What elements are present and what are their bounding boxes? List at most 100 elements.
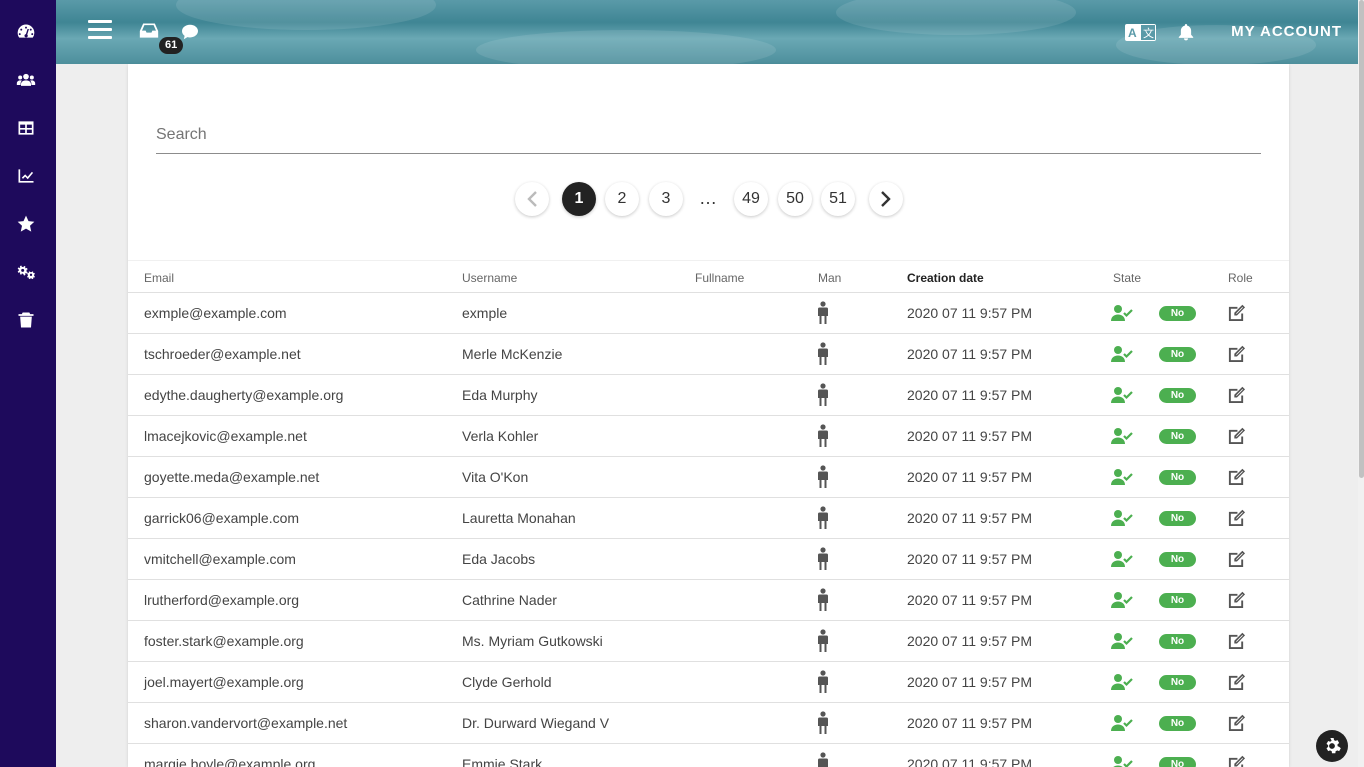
state-toggle-pill[interactable]: No xyxy=(1159,429,1196,444)
row-username: Emmie Stark xyxy=(462,756,543,767)
table-row[interactable]: lrutherford@example.org Cathrine Nader 202… xyxy=(128,580,1289,621)
inbox-icon[interactable] xyxy=(139,22,159,45)
row-creation-date: 2020 07 11 9:57 PM xyxy=(907,551,1033,567)
user-check-icon[interactable] xyxy=(1111,427,1133,448)
state-toggle-pill[interactable]: No xyxy=(1159,593,1196,608)
table-body: exmple@example.com exmple 2020 07 11 9:57 … xyxy=(128,293,1289,767)
page-button-3[interactable]: 3 xyxy=(649,182,683,216)
male-icon xyxy=(817,506,829,533)
column-header-role[interactable]: Role xyxy=(1228,271,1253,285)
dashboard-icon[interactable] xyxy=(14,20,38,44)
row-creation-date: 2020 07 11 9:57 PM xyxy=(907,469,1033,485)
chart-line-icon[interactable] xyxy=(14,164,38,188)
chat-icon[interactable] xyxy=(181,24,199,45)
column-header-fullname[interactable]: Fullname xyxy=(695,271,744,285)
users-icon[interactable] xyxy=(14,68,38,92)
edit-icon[interactable] xyxy=(1227,345,1246,366)
state-toggle-pill[interactable]: No xyxy=(1159,757,1196,767)
table-row[interactable]: exmple@example.com exmple 2020 07 11 9:57 … xyxy=(128,293,1289,334)
page-button-1[interactable]: 1 xyxy=(562,182,596,216)
user-check-icon[interactable] xyxy=(1111,468,1133,489)
table-row[interactable]: sharon.vandervort@example.net Dr. Durward… xyxy=(128,703,1289,744)
page-button-51[interactable]: 51 xyxy=(821,182,855,216)
edit-icon[interactable] xyxy=(1227,509,1246,530)
column-header-username[interactable]: Username xyxy=(462,271,517,285)
row-username: Merle McKenzie xyxy=(462,346,563,362)
translate-icon[interactable]: A文 xyxy=(1125,24,1156,46)
prev-page-button[interactable] xyxy=(515,182,549,216)
column-header-creation-date[interactable]: Creation date xyxy=(907,271,984,285)
user-check-icon[interactable] xyxy=(1111,345,1133,366)
row-email: tschroeder@example.net xyxy=(144,346,301,362)
state-toggle-pill[interactable]: No xyxy=(1159,388,1196,403)
state-toggle-pill[interactable]: No xyxy=(1159,511,1196,526)
edit-icon[interactable] xyxy=(1227,468,1246,489)
row-email: foster.stark@example.org xyxy=(144,633,304,649)
table-row[interactable]: lmacejkovic@example.net Verla Kohler 2020 … xyxy=(128,416,1289,457)
state-toggle-pill[interactable]: No xyxy=(1159,634,1196,649)
edit-icon[interactable] xyxy=(1227,755,1246,767)
state-toggle-pill[interactable]: No xyxy=(1159,470,1196,485)
state-toggle-pill[interactable]: No xyxy=(1159,306,1196,321)
table-row[interactable]: garrick06@example.com Lauretta Monahan 202… xyxy=(128,498,1289,539)
user-check-icon[interactable] xyxy=(1111,714,1133,735)
column-header-state[interactable]: State xyxy=(1113,271,1141,285)
state-toggle-pill[interactable]: No xyxy=(1159,675,1196,690)
user-check-icon[interactable] xyxy=(1111,632,1133,653)
male-icon xyxy=(817,670,829,697)
user-check-icon[interactable] xyxy=(1111,591,1133,612)
row-email: sharon.vandervort@example.net xyxy=(144,715,348,731)
user-check-icon[interactable] xyxy=(1111,673,1133,694)
my-account-button[interactable]: MY ACCOUNT xyxy=(1231,23,1342,40)
header-wave xyxy=(176,0,436,30)
edit-icon[interactable] xyxy=(1227,304,1246,325)
table-row[interactable]: vmitchell@example.com Eda Jacobs 2020 07 1… xyxy=(128,539,1289,580)
notification-count-badge: 61 xyxy=(159,37,184,54)
row-creation-date: 2020 07 11 9:57 PM xyxy=(907,305,1033,321)
user-check-icon[interactable] xyxy=(1111,304,1133,325)
search-field xyxy=(156,118,1261,154)
table-row[interactable]: foster.stark@example.org Ms. Myriam Gutko… xyxy=(128,621,1289,662)
row-creation-date: 2020 07 11 9:57 PM xyxy=(907,674,1033,690)
edit-icon[interactable] xyxy=(1227,632,1246,653)
column-header-man[interactable]: Man xyxy=(818,271,841,285)
next-page-button[interactable] xyxy=(869,182,903,216)
search-input[interactable] xyxy=(156,118,1261,152)
table-row[interactable]: edythe.daugherty@example.org Eda Murphy 20… xyxy=(128,375,1289,416)
table-row[interactable]: margie.boyle@example.org Emmie Stark 2020 … xyxy=(128,744,1289,767)
user-check-icon[interactable] xyxy=(1111,386,1133,407)
scrollbar-thumb[interactable] xyxy=(1359,0,1364,478)
edit-icon[interactable] xyxy=(1227,714,1246,735)
edit-icon[interactable] xyxy=(1227,427,1246,448)
page-scrollbar[interactable] xyxy=(1358,0,1364,767)
svg-text:A: A xyxy=(1128,26,1137,40)
table-row[interactable]: goyette.meda@example.net Vita O'Kon 2020 0… xyxy=(128,457,1289,498)
row-email: margie.boyle@example.org xyxy=(144,756,316,767)
cogs-icon[interactable] xyxy=(14,260,38,284)
edit-icon[interactable] xyxy=(1227,386,1246,407)
table-row[interactable]: tschroeder@example.net Merle McKenzie 2020… xyxy=(128,334,1289,375)
column-header-email[interactable]: Email xyxy=(144,271,174,285)
state-toggle-pill[interactable]: No xyxy=(1159,347,1196,362)
user-check-icon[interactable] xyxy=(1111,550,1133,571)
trash-icon[interactable] xyxy=(14,308,38,332)
users-table: Email Username Fullname Man Creation dat… xyxy=(128,260,1289,767)
page-button-49[interactable]: 49 xyxy=(734,182,768,216)
star-icon[interactable] xyxy=(14,212,38,236)
state-toggle-pill[interactable]: No xyxy=(1159,716,1196,731)
male-icon xyxy=(817,629,829,656)
edit-icon[interactable] xyxy=(1227,673,1246,694)
user-check-icon[interactable] xyxy=(1111,755,1133,767)
header-wave xyxy=(836,0,1076,35)
table-row[interactable]: joel.mayert@example.org Clyde Gerhold 2020… xyxy=(128,662,1289,703)
state-toggle-pill[interactable]: No xyxy=(1159,552,1196,567)
bell-icon[interactable] xyxy=(1178,23,1194,46)
edit-icon[interactable] xyxy=(1227,550,1246,571)
table-icon[interactable] xyxy=(14,116,38,140)
settings-fab-button[interactable] xyxy=(1316,730,1348,762)
user-check-icon[interactable] xyxy=(1111,509,1133,530)
page-button-50[interactable]: 50 xyxy=(778,182,812,216)
edit-icon[interactable] xyxy=(1227,591,1246,612)
page-button-2[interactable]: 2 xyxy=(605,182,639,216)
menu-toggle-button[interactable] xyxy=(88,20,112,44)
